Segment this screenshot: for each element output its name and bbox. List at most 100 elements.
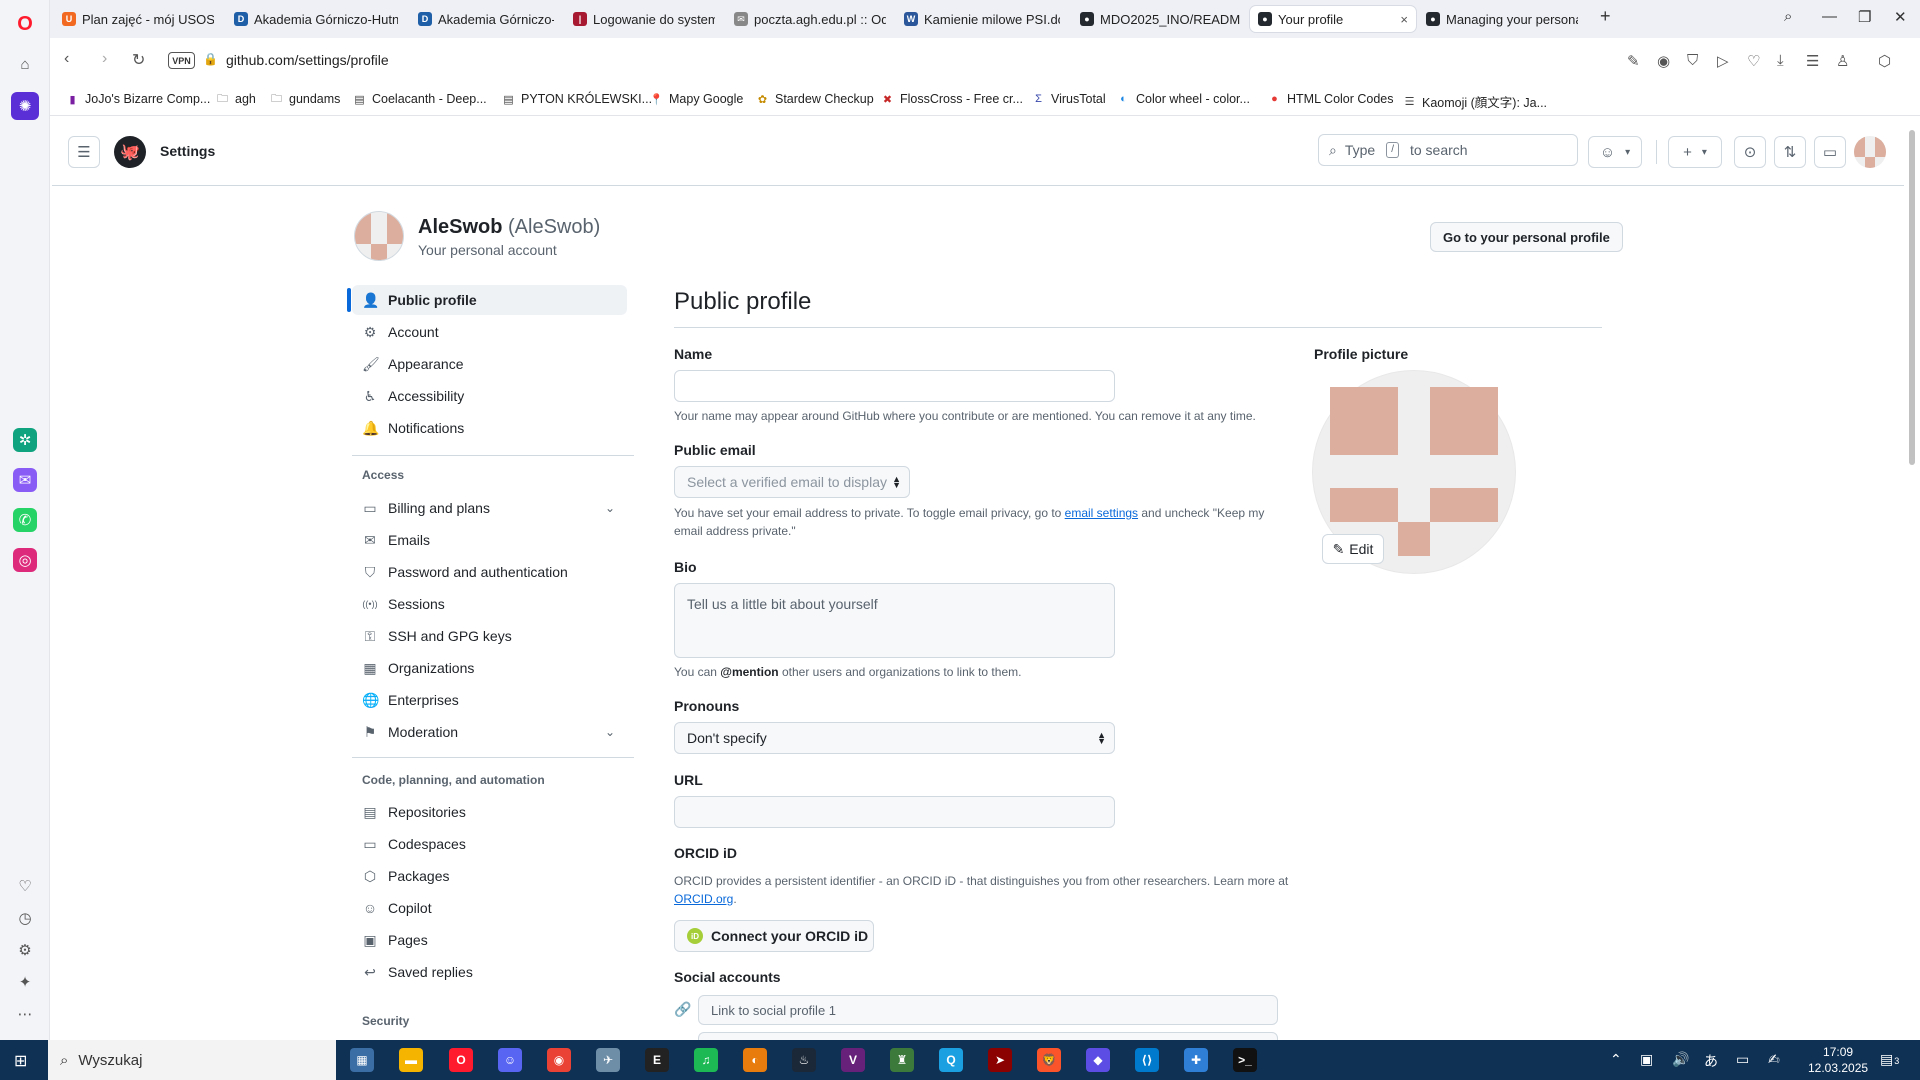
bookmark[interactable]: ✖ FlossCross - Free cr... — [881, 92, 1023, 106]
sidebar-item-enterprises[interactable]: 🌐 Enterprises — [352, 685, 627, 715]
close-tab-icon[interactable]: × — [1400, 12, 1408, 27]
connect-orcid-button[interactable]: iD Connect your ORCID iD — [674, 920, 874, 952]
app-icon-2[interactable]: ♜ — [890, 1048, 914, 1072]
sidebar-item-accessibility[interactable]: ♿ Accessibility — [352, 381, 627, 411]
obsidian-icon[interactable]: ◆ — [1086, 1048, 1110, 1072]
sidebar-item-notifications[interactable]: 🔔 Notifications — [352, 413, 627, 443]
chevron-down-icon[interactable]: ⌄ — [605, 501, 615, 515]
sidebar-item-emails[interactable]: ✉ Emails — [352, 525, 627, 555]
minimize-button[interactable]: — — [1822, 8, 1837, 25]
sidebar-item-saved-replies[interactable]: ↩ Saved replies — [352, 957, 627, 987]
account-avatar[interactable] — [354, 211, 404, 261]
close-window-button[interactable]: ✕ — [1894, 8, 1907, 26]
discord-icon[interactable]: ☺ — [498, 1048, 522, 1072]
sidebar-item-packages[interactable]: ⬡ Packages — [352, 861, 627, 891]
spotify-icon[interactable]: ♫ — [694, 1048, 718, 1072]
sidebar-item-copilot[interactable]: ☺ Copilot — [352, 893, 627, 923]
instagram-icon[interactable]: ◎ — [13, 548, 37, 572]
public-email-select[interactable]: Select a verified email to display ▲ ▼ — [674, 466, 910, 498]
camera-icon[interactable]: ◉ — [1657, 52, 1670, 70]
sidebar-item-pages[interactable]: ▣ Pages — [352, 925, 627, 955]
bookmark[interactable]: ▤ PYTON KRÓLEWSKI... — [502, 92, 652, 106]
header-title[interactable]: Settings — [160, 143, 215, 159]
url-field[interactable]: github.com/settings/profile — [226, 52, 389, 68]
whatsapp-icon[interactable]: ✆ — [13, 508, 37, 532]
settings-icon[interactable]: ⚙ — [13, 938, 37, 962]
file-explorer-icon[interactable]: ▬ — [399, 1048, 423, 1072]
vpn-badge[interactable]: VPN — [168, 52, 195, 69]
sidebar-item-codespaces[interactable]: ▭ Codespaces — [352, 829, 627, 859]
app-icon-4[interactable]: ➤ — [988, 1048, 1012, 1072]
new-tab-button[interactable]: + — [1600, 6, 1611, 27]
pronouns-select[interactable]: Don't specify ▲ ▼ — [674, 722, 1115, 754]
blender-icon[interactable]: ◐ — [743, 1048, 767, 1072]
url-field[interactable] — [674, 796, 1115, 828]
inbox-icon[interactable]: ▭ — [1814, 136, 1846, 168]
more-icon[interactable]: ⋯ — [13, 1002, 37, 1026]
tab[interactable]: ● MDO2025_INO/README.md — [1072, 6, 1248, 32]
sidebar-item-organizations[interactable]: ▦ Organizations — [352, 653, 627, 683]
chrome-icon[interactable]: ◉ — [547, 1048, 571, 1072]
sidebar-item-sessions[interactable]: ((•)) Sessions — [352, 589, 627, 619]
create-new-button[interactable]: + ▾ — [1668, 136, 1722, 168]
messenger-icon[interactable]: ✉ — [13, 468, 37, 492]
issues-icon[interactable]: ⊙ — [1734, 136, 1766, 168]
clock[interactable]: 17:09 12.03.2025 — [1808, 1044, 1868, 1076]
orcid-link[interactable]: ORCID.org — [674, 892, 733, 906]
tray-app-icon[interactable]: ▣ — [1640, 1051, 1653, 1068]
pull-requests-icon[interactable]: ⇅ — [1774, 136, 1806, 168]
brave-icon[interactable]: 🦁 — [1037, 1048, 1061, 1072]
sidebar-item-moderation[interactable]: ⚑ Moderation ⌄ — [352, 717, 627, 747]
search-tabs-icon[interactable]: ⌕ — [1784, 8, 1792, 25]
sidebar-item-ssh-and-gpg-keys[interactable]: ⚿ SSH and GPG keys — [352, 621, 627, 651]
edit-picture-button[interactable]: ✎ Edit — [1322, 534, 1384, 564]
sidebar-item-public-profile[interactable]: 👤 Public profile — [352, 285, 627, 315]
lock-icon[interactable]: 🔒 — [203, 52, 218, 66]
extensions-cube-icon[interactable]: ⬡ — [1878, 52, 1891, 70]
notifications-icon[interactable]: ▤3 — [1880, 1051, 1899, 1068]
sidebar-item-repositories[interactable]: ▤ Repositories — [352, 797, 627, 827]
github-logo-icon[interactable]: 🐙 — [114, 136, 146, 168]
heart-icon[interactable]: ♡ — [13, 874, 37, 898]
user-avatar[interactable] — [1854, 136, 1886, 168]
tab[interactable]: D Akademia Górniczo-Hutnicza — [410, 6, 562, 32]
search-input[interactable]: ⌕ Type / to search — [1318, 134, 1578, 166]
history-icon[interactable]: ◷ — [13, 906, 37, 930]
bookmark[interactable]: ▤ Coelacanth - Deep... — [353, 92, 486, 106]
email-settings-link[interactable]: email settings — [1065, 506, 1138, 520]
bio-field[interactable]: Tell us a little bit about yourself — [674, 583, 1115, 658]
bookmark[interactable]: ◐ Color wheel - color... — [1117, 92, 1250, 106]
sidebar-item-billing-and-plans[interactable]: ▭ Billing and plans ⌄ — [352, 493, 627, 523]
reload-icon[interactable]: ↻ — [132, 50, 145, 70]
opera-taskbar-icon[interactable]: O — [449, 1048, 473, 1072]
tab[interactable]: ● Your profile × — [1250, 6, 1416, 32]
sidebar-item-password-and-authentication[interactable]: ⛉ Password and authentication — [352, 557, 627, 587]
profile-icon[interactable]: ♙ — [1836, 52, 1849, 70]
forward-icon[interactable]: › — [102, 50, 107, 68]
pen-icon[interactable]: ✍ — [1768, 1051, 1780, 1068]
bookmark[interactable]: ☰ Kaomoji (顔文字): Ja... — [1403, 92, 1547, 111]
tab[interactable]: D Akademia Górniczo-Hutnicza — [226, 6, 406, 32]
back-icon[interactable]: ‹ — [64, 50, 69, 68]
network-icon[interactable]: ▭ — [1736, 1051, 1749, 1068]
tab[interactable]: ● Managing your personal account — [1418, 6, 1586, 32]
bookmark[interactable]: ✿ Stardew Checkup — [756, 92, 874, 106]
bookmark[interactable]: ● HTML Color Codes — [1268, 92, 1393, 106]
player-icon[interactable]: ▷ — [1717, 52, 1729, 70]
home-icon[interactable]: ⌂ — [13, 52, 37, 76]
copilot-button[interactable]: ☺ ▾ — [1588, 136, 1642, 168]
go-to-profile-button[interactable]: Go to your personal profile — [1430, 222, 1623, 252]
lightbulb-icon[interactable]: ✦ — [13, 970, 37, 994]
visual-studio-icon[interactable]: V — [841, 1048, 865, 1072]
sidebar-item-appearance[interactable]: 🖌 Appearance — [352, 349, 627, 379]
app-icon-3[interactable]: Q — [939, 1048, 963, 1072]
bookmark[interactable]: Σ VirusTotal — [1032, 92, 1106, 106]
chatgpt-icon[interactable]: ✲ — [13, 428, 37, 452]
tray-expand-icon[interactable]: ⌃ — [1610, 1051, 1622, 1068]
tab[interactable]: ✉ poczta.agh.edu.pl :: Odebrane — [726, 6, 894, 32]
volume-icon[interactable]: 🔊 — [1672, 1051, 1689, 1068]
name-field[interactable] — [674, 370, 1115, 402]
social-link-input[interactable]: Link to social profile 1 — [698, 995, 1278, 1025]
windows-start-icon[interactable]: ⊞ — [14, 1051, 27, 1071]
input-method-icon[interactable]: あ — [1704, 1051, 1718, 1071]
